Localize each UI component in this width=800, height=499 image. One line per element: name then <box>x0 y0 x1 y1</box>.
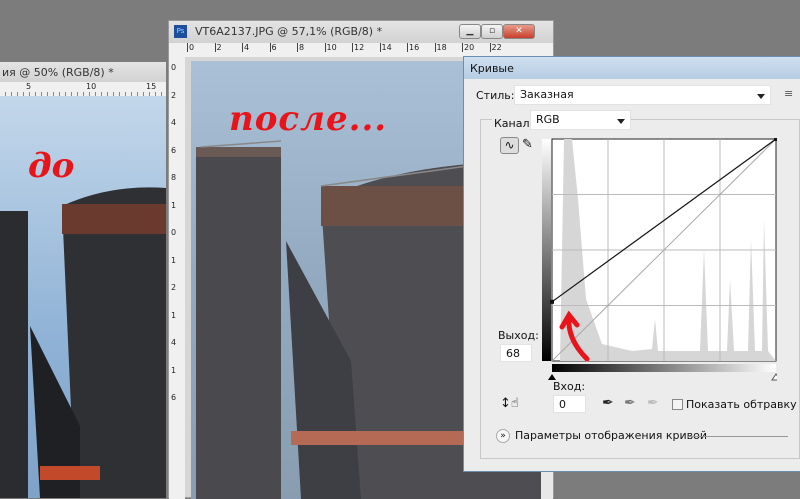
targeted-adjustment-hand-icon[interactable]: ↕☝ <box>500 396 519 411</box>
channel-label: Канал: <box>492 117 536 130</box>
ruler-label: 8 <box>297 43 305 52</box>
chevron-down-icon <box>617 119 625 124</box>
main-ruler-left: 0246810121416 <box>169 57 185 499</box>
ruler-label: 20 <box>462 43 475 52</box>
curve-edit-tool-button[interactable]: ∿ <box>500 137 519 154</box>
output-gradient-bar <box>542 139 551 361</box>
ruler-label: 6 <box>171 145 177 155</box>
ruler-label: 22 <box>489 43 502 52</box>
white-point-slider <box>771 373 777 381</box>
before-annotation: до <box>28 146 75 186</box>
ruler-label: 4 <box>171 118 177 127</box>
ruler-label: 10 <box>324 43 337 52</box>
black-point-eyedropper-icon[interactable]: ✒ <box>602 395 614 411</box>
after-annotation: после... <box>229 99 388 139</box>
ruler-label: 12 <box>352 43 365 52</box>
ruler-label: 4 <box>171 338 177 347</box>
ruler-label: 0 <box>171 228 177 237</box>
minimize-button[interactable]: ▁ <box>459 24 481 39</box>
style-dropdown[interactable]: Заказная <box>514 85 771 105</box>
curves-titlebar[interactable]: Кривые <box>464 57 800 79</box>
gray-point-eyedropper-icon[interactable]: ✒ <box>624 395 636 411</box>
ruler-label: 2 <box>171 90 177 100</box>
show-clipping-checkbox[interactable] <box>672 399 683 410</box>
preset-options-icon[interactable]: ≡ <box>784 87 793 100</box>
style-value: Заказная <box>520 88 574 101</box>
pencil-tool-icon[interactable]: ✎ <box>522 137 533 152</box>
photoshop-icon: Ps <box>174 25 187 38</box>
output-label: Выход: <box>498 329 539 342</box>
main-document-title: VT6A2137.JPG @ 57,1% (RGB/8) * <box>195 25 383 38</box>
input-gradient-bar <box>552 364 776 372</box>
curve-display-options-label: Параметры отображения кривой <box>515 429 708 442</box>
left-document-title[interactable]: ия @ 50% (RGB/8) * <box>0 62 166 82</box>
left-ruler-top: 5 10 15 <box>0 82 166 96</box>
maximize-button[interactable]: ▫ <box>481 24 503 39</box>
divider <box>688 436 788 437</box>
style-label: Стиль: <box>476 89 515 102</box>
curves-dialog: Кривые Стиль: Заказная ≡ Канал: RGB ∿ ✎ … <box>463 56 800 472</box>
left-document-window: ия @ 50% (RGB/8) * 5 10 15 до <box>0 62 166 498</box>
channel-dropdown[interactable]: RGB <box>530 110 631 130</box>
ruler-label: 5 <box>26 82 32 91</box>
close-button[interactable]: ✕ <box>503 24 535 39</box>
ruler-label: 15 <box>146 82 157 91</box>
ruler-label: 10 <box>86 82 97 91</box>
ruler-label: 1 <box>171 255 177 265</box>
ruler-label: 0 <box>171 63 177 72</box>
ruler-label: 2 <box>171 283 177 292</box>
ruler-label: 0 <box>187 43 195 52</box>
ruler-label: 18 <box>434 43 447 52</box>
expand-options-button[interactable]: » <box>496 429 510 443</box>
left-photo: до <box>0 96 166 498</box>
curve-point <box>774 138 777 141</box>
ruler-label: 4 <box>242 43 250 52</box>
output-field[interactable]: 68 <box>500 344 532 362</box>
main-document-titlebar[interactable]: Ps VT6A2137.JPG @ 57,1% (RGB/8) * ▁ ▫ ✕ <box>169 21 553 43</box>
chevron-down-icon <box>757 94 765 99</box>
white-point-eyedropper-icon[interactable]: ✒ <box>647 395 659 411</box>
ruler-label: 16 <box>407 43 420 52</box>
curves-title: Кривые <box>470 62 514 75</box>
ruler-label: 1 <box>171 200 177 210</box>
ruler-label: 14 <box>379 43 392 52</box>
main-ruler-top: 0 2 4 6 8 10 12 14 16 18 20 22 <box>169 43 553 57</box>
ruler-label: 8 <box>171 173 177 182</box>
ruler-label: 1 <box>171 310 177 320</box>
left-photo-tanks <box>0 187 166 498</box>
ruler-label: 2 <box>214 43 222 52</box>
input-label: Вход: <box>553 380 586 393</box>
curve-point <box>550 299 554 304</box>
curves-graph[interactable] <box>541 138 777 382</box>
ruler-label: 1 <box>171 365 177 375</box>
show-clipping-label: Показать обтравку <box>686 398 797 411</box>
ruler-label: 6 <box>269 43 277 52</box>
input-field[interactable]: 0 <box>553 395 586 413</box>
channel-value: RGB <box>536 113 560 126</box>
ruler-label: 6 <box>171 393 177 402</box>
